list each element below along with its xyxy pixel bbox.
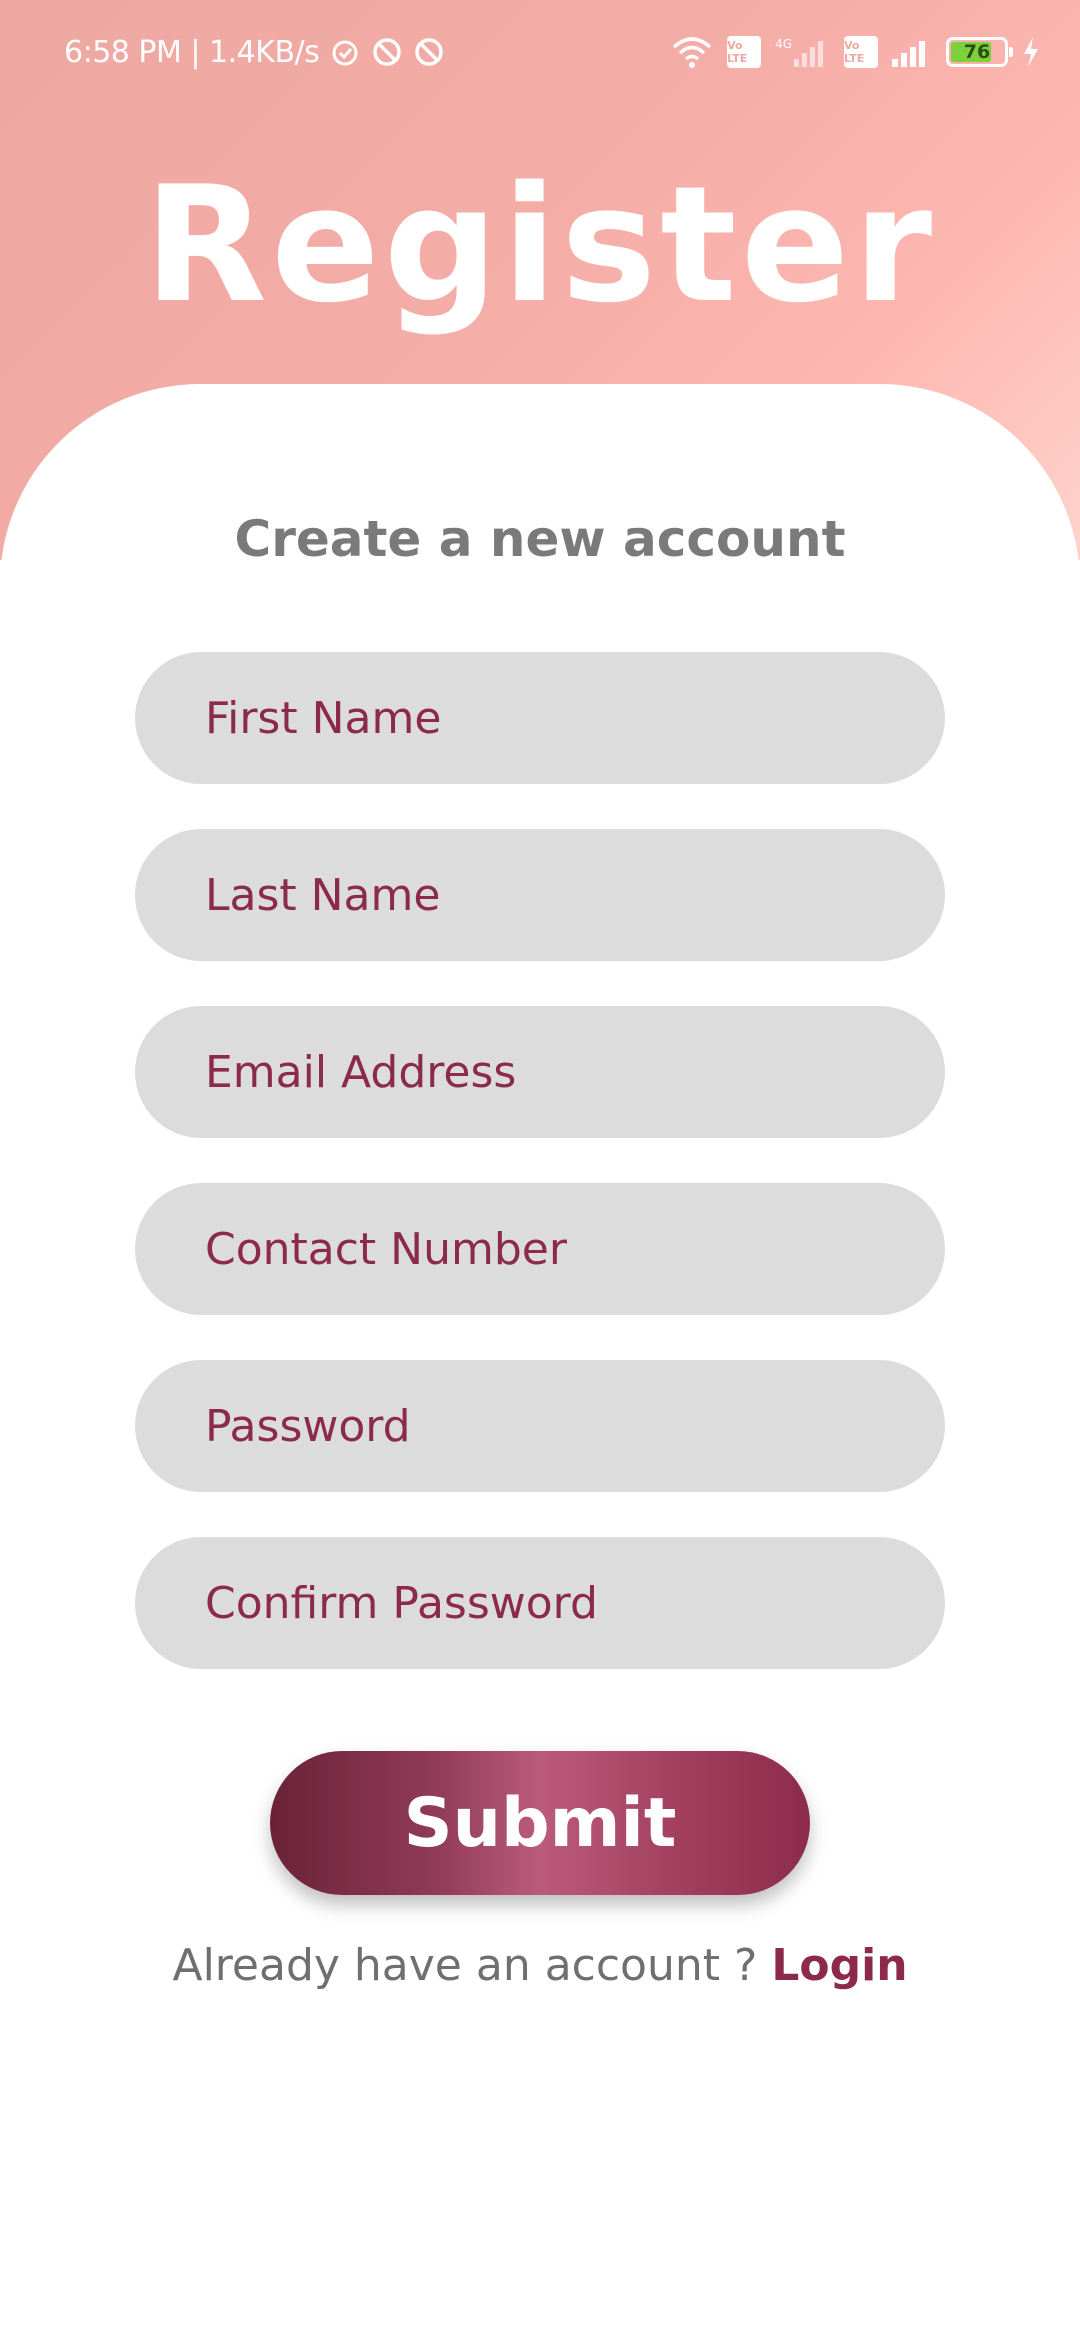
wifi-icon <box>672 37 712 68</box>
last-name-field[interactable] <box>135 829 945 961</box>
blocked-icon <box>415 38 444 66</box>
login-link[interactable]: Login <box>771 1940 907 1991</box>
first-name-input[interactable] <box>203 691 945 745</box>
confirm-password-field[interactable] <box>135 1537 945 1669</box>
volte-icon: Vo LTE <box>727 36 762 68</box>
signal-icon <box>892 41 925 67</box>
password-input[interactable] <box>203 1399 945 1453</box>
signal-bars-icon <box>794 41 823 67</box>
login-prompt-text: Already have an account ? <box>172 1940 758 1991</box>
confirm-password-input[interactable] <box>203 1576 945 1630</box>
last-name-input[interactable] <box>203 868 945 922</box>
blocked-icon <box>373 38 402 66</box>
status-time-speed: 6:58 PM | 1.4KB/s <box>64 34 320 70</box>
password-field[interactable] <box>135 1360 945 1492</box>
battery-level: 76 <box>963 41 991 63</box>
status-right: Vo LTE 4G Vo LTE 76 <box>671 30 1040 74</box>
submit-button[interactable]: Submit <box>270 1751 810 1895</box>
login-prompt-row: Already have an account ? Login <box>0 1936 1080 1996</box>
contact-number-input[interactable] <box>203 1222 945 1276</box>
email-field[interactable] <box>135 1006 945 1138</box>
alarm-icon <box>332 40 358 66</box>
page-title: Register <box>143 151 937 338</box>
volte-icon: Vo LTE <box>844 36 878 68</box>
signal-icon: 4G <box>775 37 830 67</box>
battery-icon: 76 <box>946 37 1013 67</box>
charging-icon <box>1024 37 1038 67</box>
email-input[interactable] <box>203 1045 945 1099</box>
form-subtitle: Create a new account <box>234 510 846 568</box>
status-left: 6:58 PM | 1.4KB/s <box>64 30 445 74</box>
contact-number-field[interactable] <box>135 1183 945 1315</box>
first-name-field[interactable] <box>135 652 945 784</box>
status-bar: 6:58 PM | 1.4KB/s Vo LTE 4G Vo LTE 76 <box>0 0 1080 100</box>
